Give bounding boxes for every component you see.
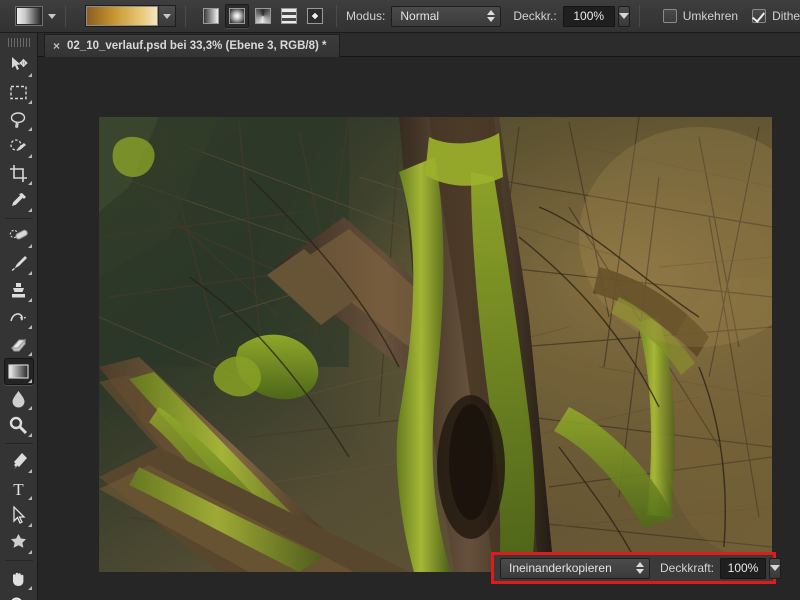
gradient-type-group bbox=[199, 4, 327, 28]
gradient-tool[interactable] bbox=[4, 358, 34, 385]
document-tab-bar: × 02_10_verlauf.psd bei 33,3% (Ebene 3, … bbox=[0, 33, 800, 57]
divider bbox=[639, 5, 640, 27]
reverse-checkbox-row[interactable]: Umkehren bbox=[663, 9, 738, 23]
divider bbox=[65, 5, 66, 27]
type-tool[interactable]: T bbox=[4, 475, 34, 502]
gradient-picker-dropdown-button[interactable] bbox=[158, 6, 175, 26]
eyedropper-tool[interactable] bbox=[4, 187, 34, 214]
stepper-arrows-icon bbox=[487, 10, 495, 22]
tool-corner-indicator bbox=[28, 550, 32, 554]
tool-corner-indicator bbox=[28, 469, 32, 473]
canvas-area[interactable]: Ineinanderkopieren Deckkraft: 100% bbox=[38, 57, 800, 600]
toolbox-divider bbox=[5, 218, 33, 219]
tool-corner-indicator bbox=[28, 586, 32, 590]
pen-tool[interactable] bbox=[4, 448, 34, 475]
rectangular-marquee-tool[interactable] bbox=[4, 79, 34, 106]
diamond-gradient-icon bbox=[307, 8, 323, 24]
custom-shape-tool[interactable] bbox=[4, 529, 34, 556]
brush-tool[interactable] bbox=[4, 250, 34, 277]
clone-stamp-tool[interactable] bbox=[4, 277, 34, 304]
blur-tool[interactable] bbox=[4, 385, 34, 412]
toolbox-divider bbox=[5, 443, 33, 444]
tool-corner-indicator bbox=[28, 154, 32, 158]
tool-corner-indicator bbox=[28, 298, 32, 302]
opacity-input[interactable]: 100% bbox=[563, 6, 615, 27]
tool-corner-indicator bbox=[28, 379, 32, 383]
svg-text:T: T bbox=[13, 480, 24, 498]
blend-mode-overlay-panel[interactable]: Ineinanderkopieren Deckkraft: 100% bbox=[491, 552, 776, 584]
tool-corner-indicator bbox=[28, 244, 32, 248]
document-image[interactable] bbox=[99, 117, 772, 572]
tool-corner-indicator bbox=[28, 73, 32, 77]
layer-opacity-label: Deckkraft: bbox=[660, 561, 714, 575]
diamond-gradient-type-button[interactable] bbox=[303, 4, 327, 28]
tool-corner-indicator bbox=[28, 352, 32, 356]
reflected-gradient-icon bbox=[281, 8, 297, 24]
tool-corner-indicator bbox=[28, 325, 32, 329]
photoshop-window: Modus: Normal Deckkr.: 100% Umkehren Dit… bbox=[0, 0, 800, 600]
document-tab[interactable]: × 02_10_verlauf.psd bei 33,3% (Ebene 3, … bbox=[44, 34, 340, 57]
radial-gradient-icon bbox=[229, 8, 245, 24]
tool-corner-indicator bbox=[28, 406, 32, 410]
toolbox-grip[interactable] bbox=[8, 38, 30, 47]
divider bbox=[336, 5, 337, 27]
chevron-down-icon[interactable] bbox=[48, 14, 56, 19]
tool-corner-indicator bbox=[28, 208, 32, 212]
reverse-label: Umkehren bbox=[683, 9, 738, 23]
tool-corner-indicator bbox=[28, 523, 32, 527]
hand-tool[interactable] bbox=[4, 565, 34, 592]
dither-checkbox[interactable] bbox=[752, 9, 766, 23]
opacity-label: Deckkr.: bbox=[513, 9, 556, 23]
close-icon[interactable]: × bbox=[53, 40, 60, 52]
layer-opacity-input[interactable]: 100% bbox=[720, 558, 766, 579]
crop-tool[interactable] bbox=[4, 160, 34, 187]
opacity-dropdown-button[interactable] bbox=[618, 6, 630, 27]
mode-label: Modus: bbox=[346, 9, 385, 23]
layer-blend-mode-select[interactable]: Ineinanderkopieren bbox=[500, 558, 650, 579]
linear-gradient-icon bbox=[203, 8, 219, 24]
reverse-checkbox[interactable] bbox=[663, 9, 677, 23]
spot-healing-brush-tool[interactable] bbox=[4, 223, 34, 250]
dodge-tool[interactable] bbox=[4, 412, 34, 439]
linear-gradient-type-button[interactable] bbox=[199, 4, 223, 28]
tool-corner-indicator bbox=[28, 496, 32, 500]
path-selection-tool[interactable] bbox=[4, 502, 34, 529]
blend-mode-value: Normal bbox=[400, 9, 439, 23]
document-tab-title: 02_10_verlauf.psd bei 33,3% (Ebene 3, RG… bbox=[67, 40, 327, 52]
reflected-gradient-type-button[interactable] bbox=[277, 4, 301, 28]
dither-label: Dither bbox=[772, 9, 800, 23]
move-tool[interactable] bbox=[4, 52, 34, 79]
layer-blend-mode-value: Ineinanderkopieren bbox=[509, 561, 612, 575]
history-brush-tool[interactable] bbox=[4, 304, 34, 331]
blend-mode-select[interactable]: Normal bbox=[391, 6, 501, 27]
chevron-down-icon bbox=[163, 14, 171, 19]
tool-corner-indicator bbox=[28, 433, 32, 437]
tool-preset-swatch bbox=[15, 6, 43, 26]
zoom-tool[interactable] bbox=[4, 592, 34, 600]
eraser-tool[interactable] bbox=[4, 331, 34, 358]
gradient-preset-picker[interactable] bbox=[85, 5, 176, 27]
stepper-arrows-icon bbox=[636, 562, 644, 574]
quick-selection-tool[interactable] bbox=[4, 133, 34, 160]
tool-corner-indicator bbox=[28, 181, 32, 185]
tool-corner-indicator bbox=[28, 271, 32, 275]
forest-photo bbox=[99, 117, 772, 572]
radial-gradient-type-button[interactable] bbox=[225, 4, 249, 28]
lasso-tool[interactable] bbox=[4, 106, 34, 133]
angle-gradient-type-button[interactable] bbox=[251, 4, 275, 28]
chevron-down-icon bbox=[770, 565, 780, 571]
tool-preset-picker[interactable] bbox=[15, 6, 56, 26]
layer-opacity-dropdown-button[interactable] bbox=[769, 558, 781, 579]
chevron-down-icon bbox=[619, 13, 629, 19]
tool-corner-indicator bbox=[28, 100, 32, 104]
toolbox-divider bbox=[5, 560, 33, 561]
tool-corner-indicator bbox=[28, 127, 32, 131]
divider bbox=[185, 5, 186, 27]
angle-gradient-icon bbox=[255, 8, 271, 24]
tool-options-bar: Modus: Normal Deckkr.: 100% Umkehren Dit… bbox=[0, 0, 800, 33]
toolbox: T bbox=[0, 33, 38, 600]
gradient-preview-swatch[interactable] bbox=[86, 6, 158, 26]
dither-checkbox-row[interactable]: Dither bbox=[752, 9, 800, 23]
